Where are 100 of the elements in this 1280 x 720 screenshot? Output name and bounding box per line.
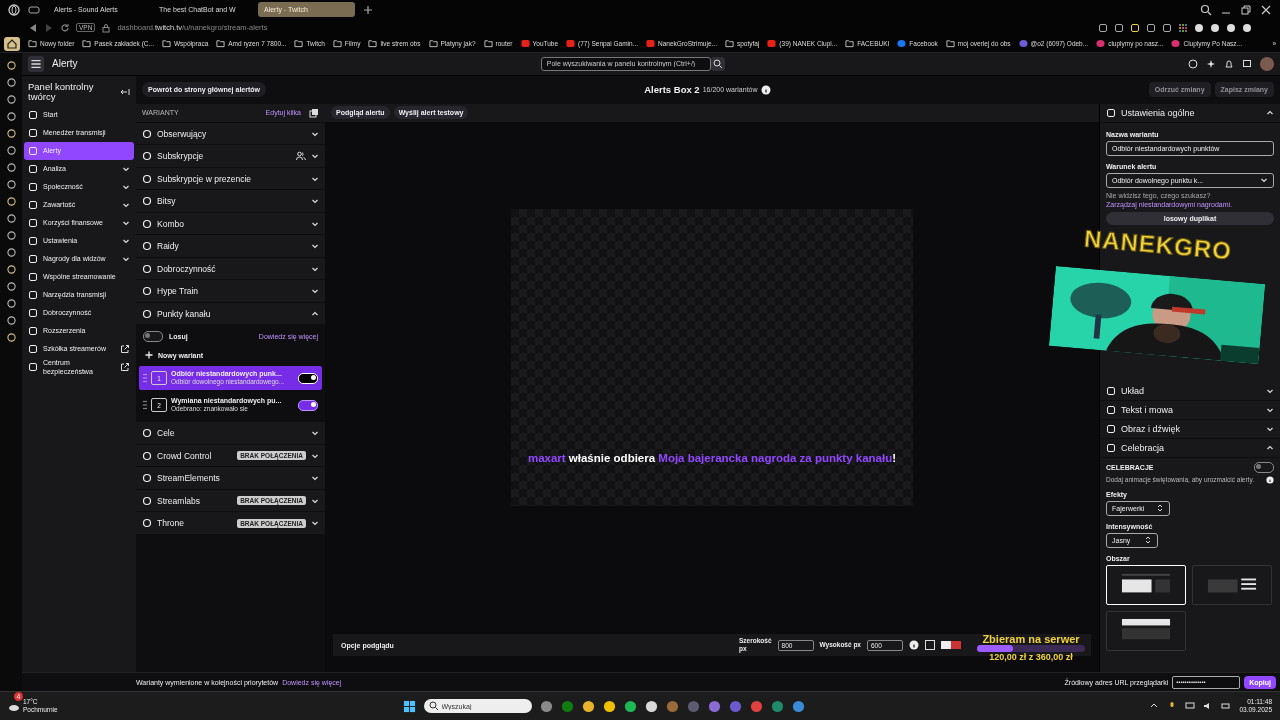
network-icon[interactable] [1185,701,1196,711]
extension-icon[interactable] [1114,22,1124,33]
taskbar-app-icon[interactable] [602,699,616,713]
tab-switch-icon[interactable] [28,3,40,16]
category-row[interactable]: Punkty kanału [136,301,325,325]
extension-icon[interactable] [1210,22,1220,33]
category-row[interactable]: StreamElements [136,466,325,489]
chevron-icon [311,242,319,251]
new-tab-icon[interactable] [363,4,373,15]
help-icon[interactable] [1188,58,1198,69]
taskbar-app-icon[interactable] [581,699,595,713]
area-option[interactable] [1192,564,1272,605]
settings-section-header[interactable]: Obraz i dźwięk [1100,419,1280,439]
collapse-icon[interactable] [120,86,130,97]
chevron-icon [311,519,319,528]
plus-icon [145,351,153,360]
category-row[interactable]: Kombo [136,211,325,235]
circle-icon [142,196,152,207]
circle-icon [142,263,152,274]
category-row[interactable]: Raidy [136,234,325,257]
square-icon [1106,385,1116,396]
extension-icon[interactable] [1146,22,1156,33]
back-arrow-icon[interactable] [28,22,38,33]
celebration-toggle[interactable] [1254,461,1274,473]
close-icon[interactable] [1260,3,1272,16]
extension-icon[interactable] [1130,22,1140,33]
search-button[interactable] [710,56,725,71]
folder-icon [82,39,92,49]
info-icon[interactable] [760,84,771,95]
circle-icon [142,128,152,139]
site-icon [1018,39,1028,49]
square-icon [28,361,38,372]
square-icon [28,289,38,300]
settings-section-header[interactable]: Układ [1100,381,1280,401]
extension-icon[interactable] [1162,22,1172,33]
people-icon[interactable] [296,151,306,162]
circle-icon [142,308,152,319]
circle-icon [142,450,152,461]
chevron-icon [311,287,319,296]
square-icon [28,145,38,156]
reload-icon[interactable] [60,22,70,33]
random-toggle[interactable] [143,330,163,342]
category-row[interactable]: Bitsy [136,189,325,212]
category-row[interactable]: Obserwujący [136,121,325,145]
info-icon[interactable] [1266,475,1274,484]
drag-handle-icon[interactable] [143,400,147,411]
stepper-icon [1156,504,1164,513]
square-icon [1106,404,1116,415]
variant-toggle[interactable] [298,399,318,411]
home-icon[interactable] [4,36,20,51]
start-icon[interactable] [402,699,416,713]
category-row[interactable]: Dobroczynność [136,256,325,280]
background-swatch[interactable] [941,641,961,650]
site-icon [1171,39,1181,49]
settings-section-header[interactable]: Ustawienia ogólne [1100,103,1280,123]
external-link-icon [120,361,130,372]
chevron-icon [311,429,319,438]
overlay-name-text: NANEKGRO [1083,224,1233,266]
site-icon [566,39,576,49]
extension-icon[interactable] [1242,22,1252,33]
extension-icon[interactable] [1226,22,1236,33]
category-row[interactable]: Subskrypcje w prezencie [136,166,325,190]
background-checkbox[interactable] [925,640,935,651]
bell-icon[interactable] [1224,58,1234,69]
search-icon[interactable] [1200,3,1212,16]
menu-icon[interactable] [28,55,44,72]
square-icon [28,163,38,174]
extension-icon[interactable] [1098,22,1108,33]
chevron-icon [1266,108,1274,117]
restore-icon[interactable] [1240,3,1252,16]
category-row[interactable]: Subskrypcje [136,144,325,167]
taskbar-app-icon[interactable] [644,699,658,713]
circle-icon [142,173,152,184]
page-title: Alerty [52,58,78,70]
square-icon [1106,423,1116,434]
copy-icon[interactable] [309,107,319,118]
sparkle-icon[interactable] [1206,58,1216,69]
external-link-icon [120,343,130,354]
square-icon [28,325,38,336]
taskbar-app-icon[interactable] [623,699,637,713]
square-icon [28,271,38,282]
extension-icon[interactable] [1194,22,1204,33]
chat-icon[interactable] [1242,58,1252,69]
apps-grid-icon[interactable] [1178,22,1188,33]
browser-logo-icon[interactable] [8,3,20,16]
chevron-icon [311,197,319,206]
avatar[interactable] [1260,56,1274,71]
folder-icon [294,39,304,49]
lock-icon [101,22,112,33]
settings-section-header[interactable]: Tekst i mowa [1100,400,1280,420]
drag-handle-icon[interactable] [143,373,147,384]
square-icon [28,127,38,138]
category-row[interactable]: Hype Train [136,279,325,302]
square-icon [28,217,38,228]
area-option[interactable] [1106,610,1186,651]
settings-section-header[interactable]: Celebracja [1100,438,1280,458]
category-row[interactable]: Cele [136,421,325,444]
battery-icon[interactable] [1221,701,1232,711]
info-icon[interactable] [909,640,919,651]
taskbar-app-icon[interactable] [539,699,553,713]
